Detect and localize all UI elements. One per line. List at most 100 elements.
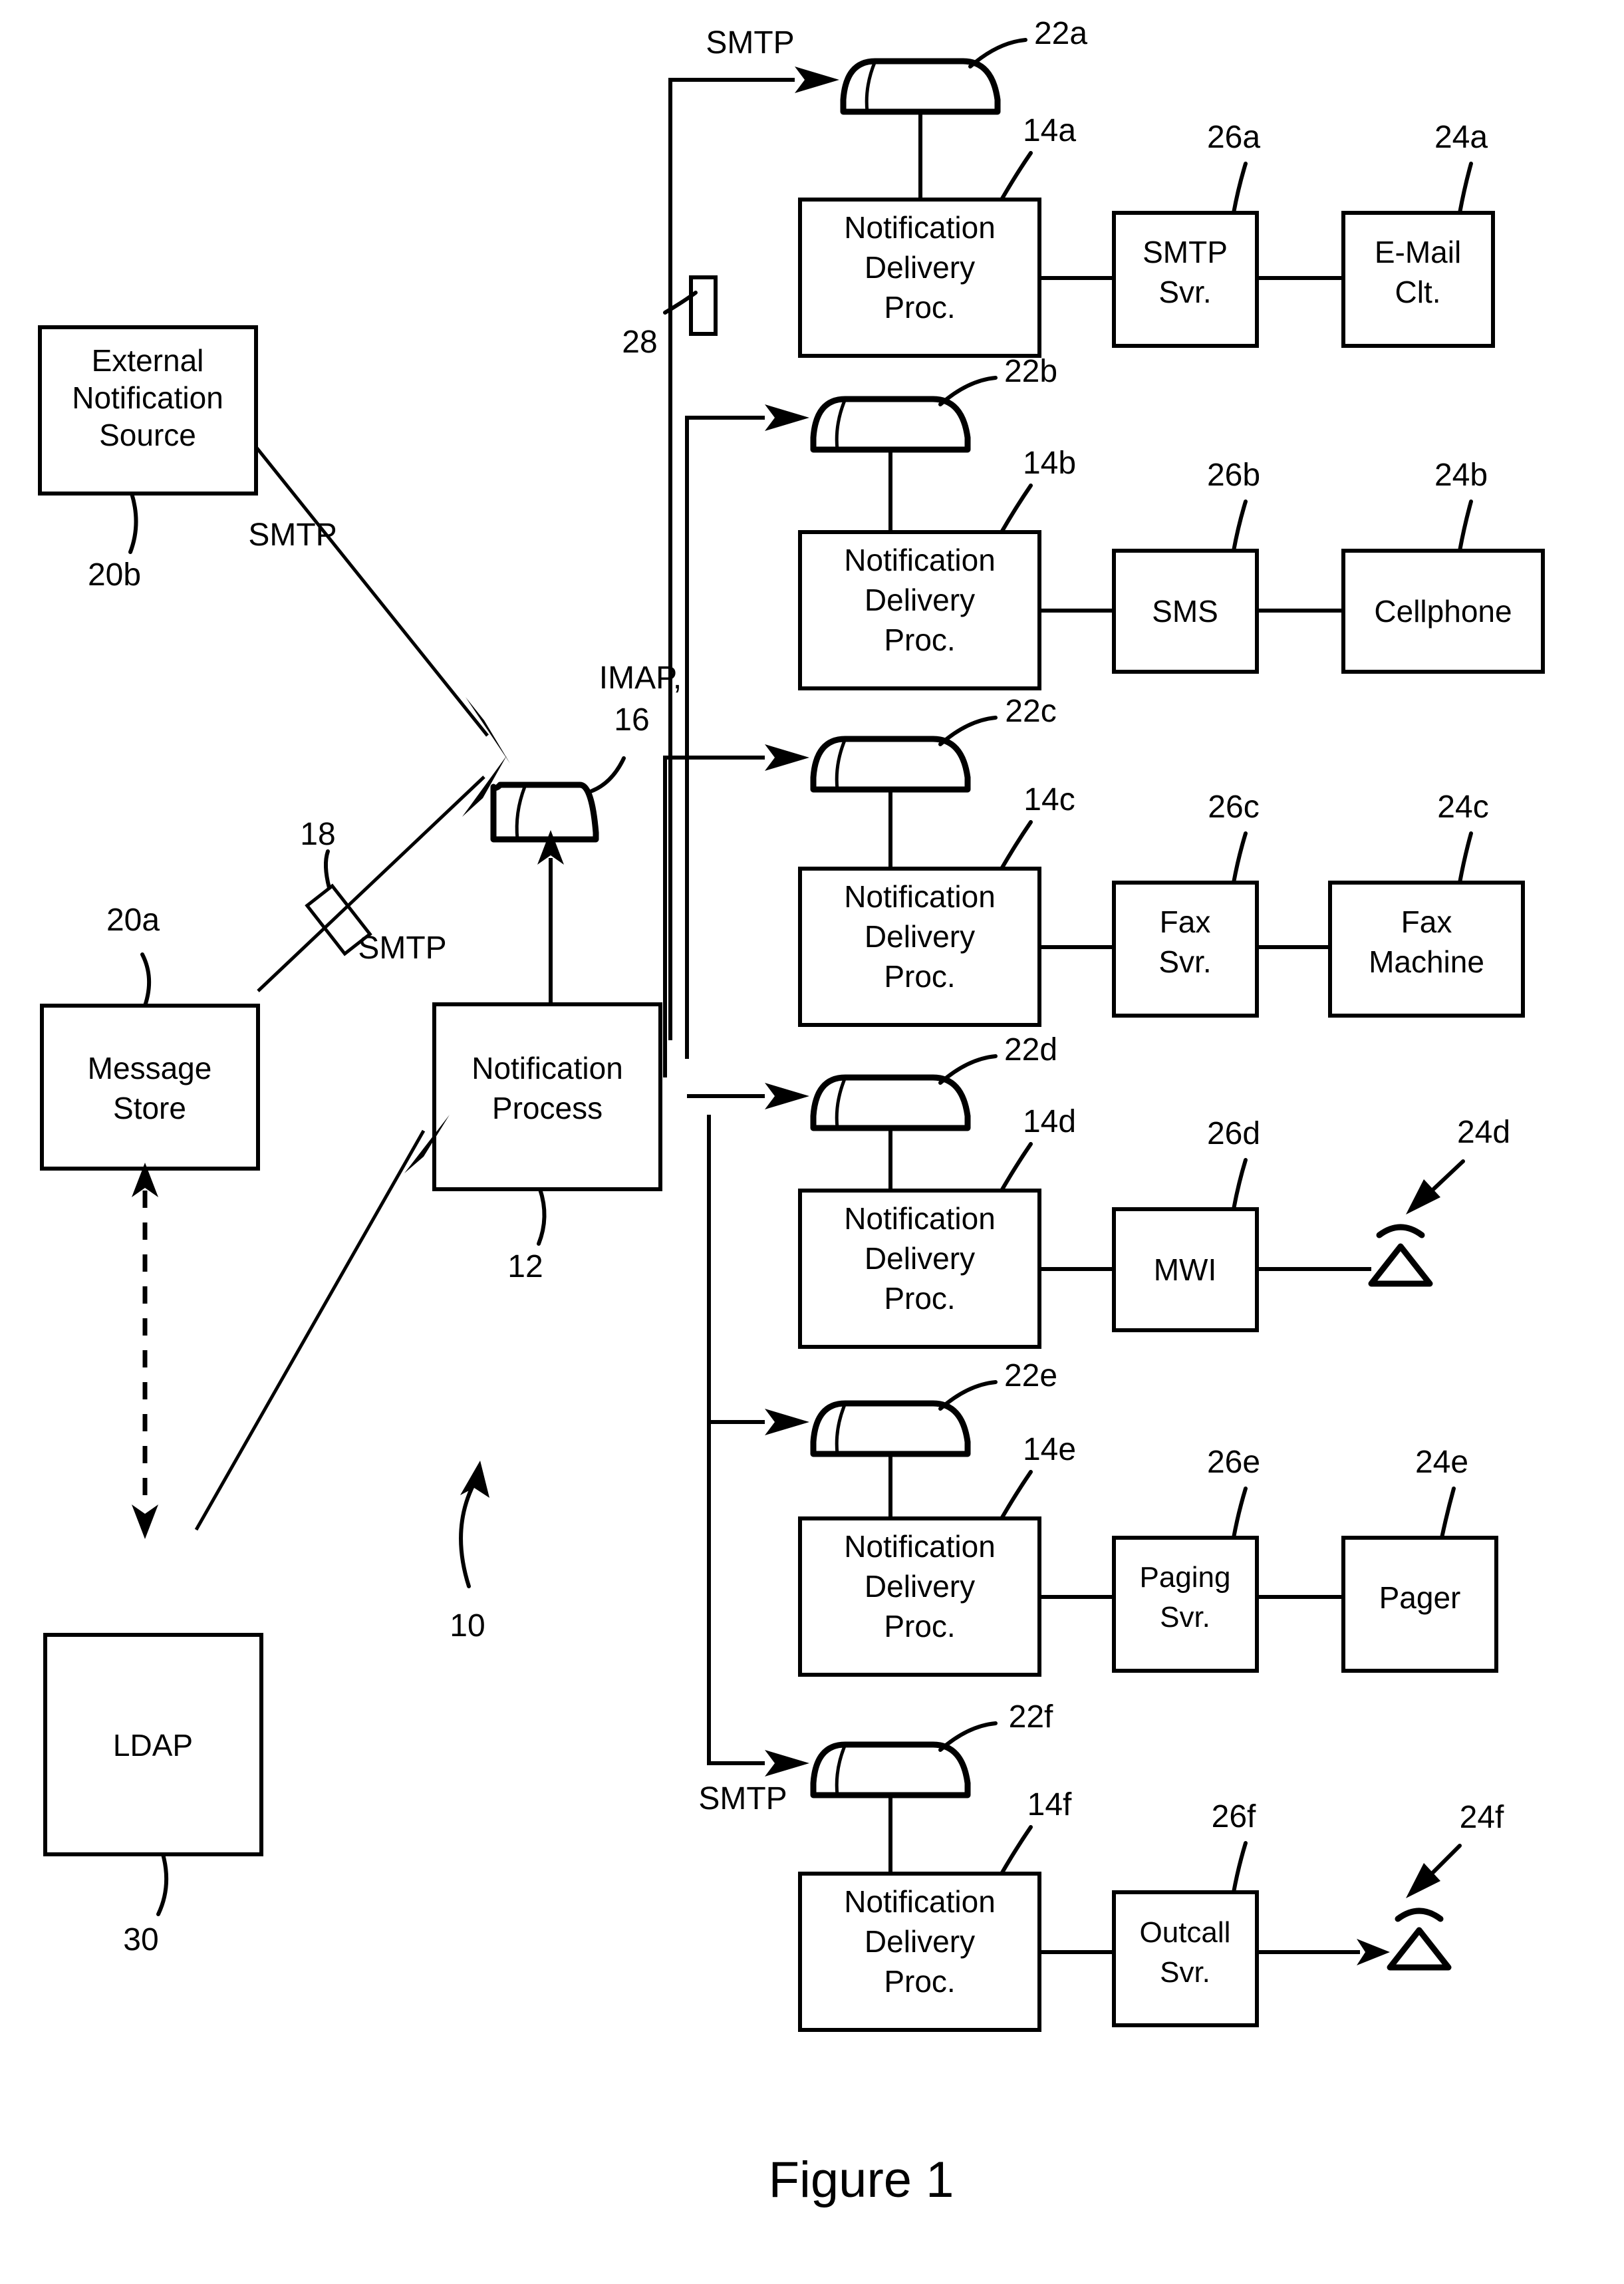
feed-arrow-row-5 <box>765 1409 809 1435</box>
ndp-line3-2: Proc. <box>884 623 955 657</box>
ref-22b: 22b <box>1004 354 1057 389</box>
leader-24c <box>1458 831 1473 885</box>
ref-24e: 24e <box>1415 1445 1468 1480</box>
leader-16 <box>589 756 626 793</box>
np-line2: Process <box>492 1091 603 1125</box>
endpoint-line1-3: Fax <box>1401 905 1452 939</box>
smtp-label-top: SMTP <box>706 25 794 61</box>
leader-26d <box>1232 1158 1248 1211</box>
ens-line1: External <box>92 343 204 378</box>
ref-26a: 26a <box>1207 120 1260 155</box>
ref-22c: 22c <box>1005 694 1056 729</box>
ref-26d: 26d <box>1207 1116 1260 1151</box>
leader-14a <box>1000 151 1033 202</box>
message-store: Message Store 20a <box>40 903 260 1171</box>
ens-line2: Notification <box>72 380 223 415</box>
leader-20b <box>128 492 138 554</box>
queue-22b <box>810 396 971 453</box>
np-line1: Notification <box>472 1051 623 1085</box>
ldap-label: LDAP <box>113 1728 193 1763</box>
ref-14c: 14c <box>1023 782 1075 817</box>
external-notification-source: External Notification Source 20b <box>38 325 258 593</box>
leader-30 <box>156 1852 169 1916</box>
ref-14a: 14a <box>1023 113 1076 148</box>
feed-line-row-3 <box>663 756 765 1077</box>
smtp-label-msgstore: SMTP <box>358 930 446 966</box>
lamp-icon-24f <box>1387 1908 1452 1971</box>
ref-14f: 14f <box>1027 1787 1072 1822</box>
feed-arrow-row-4 <box>765 1083 809 1109</box>
leader-26e <box>1232 1487 1248 1540</box>
endpoint-line2-3: Machine <box>1369 944 1484 979</box>
ndp-line2-6: Delivery <box>865 1924 975 1959</box>
queue-22a <box>840 58 1001 115</box>
endpoint-line1-2: Cellphone <box>1374 594 1512 629</box>
server-line1-1: SMTP <box>1143 235 1228 269</box>
ldap: LDAP 30 <box>43 1633 263 1957</box>
ref-18: 18 <box>300 817 335 852</box>
ref-24a: 24a <box>1434 120 1488 155</box>
queue-22e <box>810 1400 971 1457</box>
server-line1-6: Outcall <box>1140 1916 1231 1949</box>
leader-arrow-24d <box>1406 1179 1440 1214</box>
ndp-line3-5: Proc. <box>884 1609 955 1643</box>
dashed-arrow-down <box>132 1504 158 1539</box>
ens-line3: Source <box>99 418 196 452</box>
smtp-label-external: SMTP <box>248 517 337 553</box>
ndp-line1-3: Notification <box>844 879 996 914</box>
feed-line-row-2 <box>685 416 765 1059</box>
feed-line-row-1 <box>668 78 795 1040</box>
ndp-line1-1: Notification <box>844 210 996 245</box>
ref-20a: 20a <box>106 903 160 938</box>
ref-16: 16 <box>614 702 649 738</box>
ref-22e: 22e <box>1004 1358 1057 1393</box>
leader-14c <box>1000 820 1033 871</box>
ref-24c: 24c <box>1437 789 1488 825</box>
queue-22d <box>810 1074 971 1131</box>
feed-arrow-row-3 <box>765 744 809 771</box>
delivery-row-4: 22d Notification Delivery Proc. 14d MWI … <box>687 1032 1510 1349</box>
queue-22c <box>810 736 971 793</box>
imap-queue-16 <box>490 782 599 843</box>
ndp-line3-6: Proc. <box>884 1964 955 1999</box>
arrow-to-endpoint-6 <box>1357 1939 1390 1965</box>
leader-26b <box>1232 500 1248 553</box>
queue-22f <box>810 1741 971 1798</box>
message-store-box <box>40 1004 260 1171</box>
server-line1-5: Paging <box>1139 1561 1230 1594</box>
leader-14d <box>1000 1142 1033 1193</box>
imap-protocol-label: IMAP, <box>599 660 682 696</box>
ref-26b: 26b <box>1207 458 1260 493</box>
lamp-icon-24d <box>1368 1224 1433 1287</box>
leader-10 <box>459 1483 475 1588</box>
server-line1-3: Fax <box>1160 905 1211 939</box>
ndp-line1-2: Notification <box>844 543 996 577</box>
server-line2-5: Svr. <box>1160 1601 1210 1634</box>
leader-14f <box>1000 1825 1033 1876</box>
ndp-line1-5: Notification <box>844 1529 996 1564</box>
leader-arrow-10 <box>460 1461 489 1498</box>
delivery-row-3: 22c Notification Delivery Proc. 14c Fax … <box>663 694 1525 1077</box>
message-store-line2: Store <box>113 1091 186 1125</box>
leader-20a <box>140 952 152 1008</box>
leader-26c <box>1232 831 1248 885</box>
ref-24f: 24f <box>1460 1800 1504 1835</box>
feed-arrow-row-6 <box>765 1750 809 1777</box>
figure-1-diagram: SMTP 22a 28 Notification Delivery Proc. … <box>38 16 1545 2208</box>
leader-12 <box>537 1187 547 1246</box>
ref-12: 12 <box>507 1249 543 1284</box>
ens-to-imap-arrow <box>466 697 510 764</box>
leader-24e <box>1440 1487 1456 1540</box>
ndp-line2-1: Delivery <box>865 250 975 285</box>
message-store-line1: Message <box>88 1051 212 1085</box>
ndp-line1-6: Notification <box>844 1884 996 1919</box>
system-reference-10: 10 <box>450 1461 489 1643</box>
leader-24b <box>1458 500 1473 553</box>
ref-14e: 14e <box>1023 1432 1076 1467</box>
server-line2-3: Svr. <box>1158 944 1211 979</box>
leader-18 <box>324 849 331 890</box>
leader-14e <box>1000 1470 1033 1520</box>
ref-22a: 22a <box>1034 16 1087 51</box>
feed-arrow-row-2 <box>765 404 809 431</box>
ref-28: 28 <box>622 325 657 360</box>
